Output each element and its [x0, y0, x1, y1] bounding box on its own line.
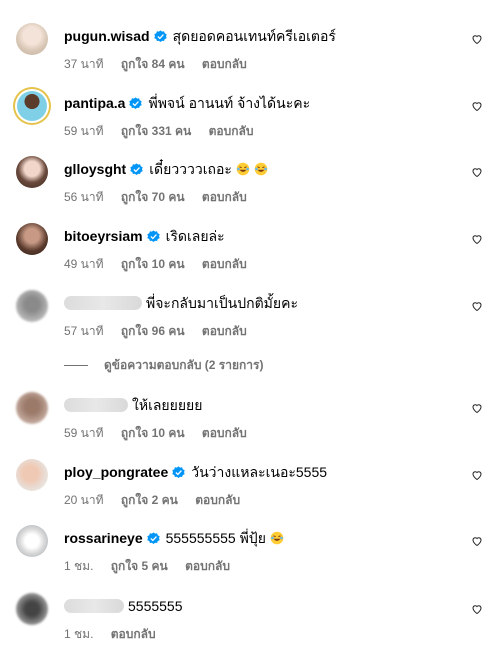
avatar[interactable]	[16, 290, 48, 322]
comment-line: bitoeyrsiam เริดเลยล่ะ	[64, 227, 225, 245]
comment-text: ให้เลยยยยย	[132, 397, 203, 413]
like-count[interactable]: ถูกใจ 96 คน	[121, 324, 185, 338]
comment-line: pugun.wisad สุดยอดคอนเทนท์ครีเอเตอร์	[64, 27, 336, 45]
like-count[interactable]: ถูกใจ 10 คน	[121, 426, 185, 440]
reply-button[interactable]: ตอบกลับ	[202, 324, 247, 338]
heart-icon[interactable]	[471, 535, 483, 547]
divider	[64, 365, 88, 366]
comment-time: 49 นาที	[64, 257, 104, 271]
avatar[interactable]	[16, 156, 48, 188]
comment-meta: 37 นาที ถูกใจ 84 คน ตอบกลับ	[64, 55, 261, 74]
verified-badge-icon	[172, 465, 185, 478]
comment-text: สุดยอดคอนเทนท์ครีเอเตอร์	[172, 28, 336, 44]
comment-text: 5555555	[128, 598, 183, 614]
comment-meta: 1 ชม. ถูกใจ 5 คน ตอบกลับ	[64, 557, 244, 576]
reply-button[interactable]: ตอบกลับ	[202, 57, 247, 71]
comment-line: pantipa.a พี่พจน์ อานนท์ จ้างได้นะคะ	[64, 94, 310, 112]
reply-button[interactable]: ตอบกลับ	[185, 559, 230, 573]
avatar[interactable]	[13, 87, 51, 125]
comment-line: 5555555	[64, 597, 183, 615]
comment-meta: 56 นาที ถูกใจ 70 คน ตอบกลับ	[64, 188, 261, 207]
view-replies-label: ดูข้อความตอบกลับ (2 รายการ)	[104, 358, 264, 372]
comment-time: 59 นาที	[64, 426, 104, 440]
username[interactable]: pantipa.a	[64, 94, 125, 112]
verified-badge-icon	[129, 96, 143, 109]
heart-icon[interactable]	[471, 469, 483, 481]
comment-time: 57 นาที	[64, 324, 104, 338]
comment-meta: 49 นาที ถูกใจ 10 คน ตอบกลับ	[64, 255, 261, 274]
laughing-emoji-icon	[236, 162, 250, 176]
comment-line: rossarineye 555555555 พี่ปุ้ย	[64, 529, 284, 547]
heart-icon[interactable]	[471, 402, 483, 414]
comment-text: พี่พจน์ อานนท์ จ้างได้นะคะ	[148, 95, 311, 111]
like-count[interactable]: ถูกใจ 70 คน	[121, 190, 185, 204]
reply-button[interactable]: ตอบกลับ	[111, 627, 156, 641]
avatar[interactable]	[16, 525, 48, 557]
comment-time: 1 ชม.	[64, 627, 94, 641]
like-count[interactable]: ถูกใจ 10 คน	[121, 257, 185, 271]
comment-text: วันว่างแหละเนอะ5555	[191, 464, 328, 480]
like-count[interactable]: ถูกใจ 5 คน	[111, 559, 168, 573]
heart-icon[interactable]	[471, 33, 483, 45]
blurred-username[interactable]	[64, 398, 128, 412]
avatar[interactable]	[16, 392, 48, 424]
laughing-emoji-icon	[270, 531, 284, 545]
comment-meta: 57 นาที ถูกใจ 96 คน ตอบกลับ	[64, 322, 261, 341]
comment-meta: 59 นาที ถูกใจ 10 คน ตอบกลับ	[64, 424, 261, 443]
comment-meta: 20 นาที ถูกใจ 2 คน ตอบกลับ	[64, 491, 254, 510]
reply-button[interactable]: ตอบกลับ	[195, 493, 240, 507]
verified-badge-icon	[146, 229, 160, 242]
username[interactable]: ploy_pongratee	[64, 463, 168, 481]
like-count[interactable]: ถูกใจ 331 คน	[121, 124, 191, 138]
comment-line: glloysght เดี๋ยววววเถอะ	[64, 160, 268, 178]
heart-icon[interactable]	[471, 100, 483, 112]
username[interactable]: rossarineye	[64, 529, 143, 547]
laughing-emoji-icon	[254, 162, 268, 176]
reply-button[interactable]: ตอบกลับ	[202, 426, 247, 440]
username[interactable]: glloysght	[64, 160, 126, 178]
comment-meta: 1 ชม. ตอบกลับ	[64, 625, 170, 644]
heart-icon[interactable]	[471, 166, 483, 178]
reply-button[interactable]: ตอบกลับ	[202, 257, 247, 271]
heart-icon[interactable]	[471, 233, 483, 245]
avatar[interactable]	[16, 23, 48, 55]
like-count[interactable]: ถูกใจ 2 คน	[121, 493, 178, 507]
comment-text: 555555555 พี่ปุ้ย	[165, 530, 266, 546]
verified-badge-icon	[130, 162, 143, 175]
reply-button[interactable]: ตอบกลับ	[202, 190, 247, 204]
comment-text: เริดเลยล่ะ	[165, 228, 225, 244]
heart-icon[interactable]	[471, 603, 483, 615]
like-count[interactable]: ถูกใจ 84 คน	[121, 57, 185, 71]
comment-time: 56 นาที	[64, 190, 104, 204]
comment-time: 1 ชม.	[64, 559, 94, 573]
reply-button[interactable]: ตอบกลับ	[209, 124, 254, 138]
verified-badge-icon	[146, 531, 160, 544]
comment-time: 37 นาที	[64, 57, 104, 71]
avatar[interactable]	[16, 459, 48, 491]
comment-text: พี่จะกลับมาเป็นปกติมั้ยคะ	[146, 295, 298, 311]
comment-text: เดี๋ยววววเถอะ	[149, 161, 232, 177]
comment-line: พี่จะกลับมาเป็นปกติมั้ยคะ	[64, 294, 298, 312]
avatar[interactable]	[16, 223, 48, 255]
comment-line: ให้เลยยยยย	[64, 396, 202, 414]
username[interactable]: pugun.wisad	[64, 27, 150, 45]
comment-time: 59 นาที	[64, 124, 104, 138]
view-replies-button[interactable]: ดูข้อความตอบกลับ (2 รายการ)	[64, 356, 263, 375]
verified-badge-icon	[153, 29, 167, 42]
username[interactable]: bitoeyrsiam	[64, 227, 143, 245]
comment-time: 20 นาที	[64, 493, 104, 507]
avatar[interactable]	[16, 593, 48, 625]
heart-icon[interactable]	[471, 300, 483, 312]
comment-line: ploy_pongratee วันว่างแหละเนอะ5555	[64, 463, 327, 481]
blurred-username[interactable]	[64, 296, 142, 310]
blurred-username[interactable]	[64, 599, 124, 613]
comment-meta: 59 นาที ถูกใจ 331 คน ตอบกลับ	[64, 122, 267, 141]
